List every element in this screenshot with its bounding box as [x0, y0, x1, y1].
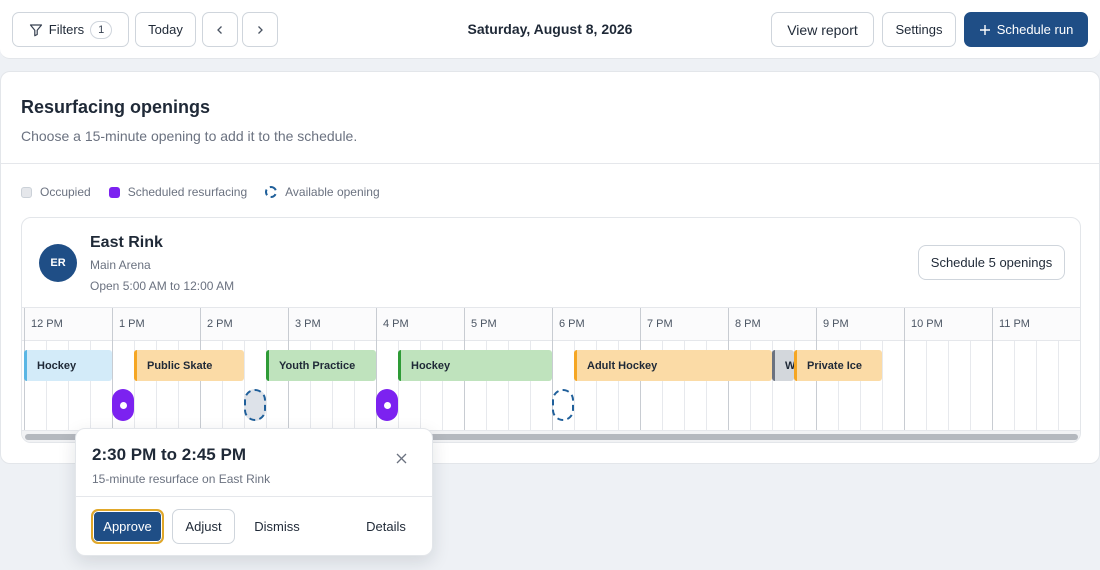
event-block[interactable]: W	[772, 350, 794, 381]
schedule-openings-button[interactable]: Schedule 5 openings	[918, 245, 1065, 280]
event-block[interactable]: Public Skate	[134, 350, 244, 381]
occupied-swatch	[21, 186, 32, 198]
hour-label: 5 PM	[471, 318, 497, 330]
timeline-gridline	[1014, 341, 1015, 430]
scheduled-dot-icon	[119, 401, 127, 409]
popover-subtitle: 15-minute resurface on East Rink	[92, 472, 271, 486]
scheduled-resurfacing-marker[interactable]	[376, 389, 398, 421]
timeline-gridline	[948, 341, 949, 430]
filter-icon	[29, 23, 42, 36]
filters-label: Filters	[48, 22, 85, 37]
event-block[interactable]: Youth Practice	[266, 350, 376, 381]
chevron-right-icon	[258, 25, 263, 34]
timeline: 12 PM 1 PM 2 PM 3 PM 4 PM 5 PM 6 PM 7 PM…	[22, 307, 1080, 430]
top-toolbar: Filters 1 Today Saturday, August 8, 2026…	[0, 0, 1100, 59]
plus-icon	[979, 24, 990, 35]
settings-button[interactable]: Settings	[882, 12, 956, 47]
opening-popover: 2:30 PM to 2:45 PM 15-minute resurface o…	[75, 428, 433, 556]
hour-label: 8 PM	[735, 318, 761, 330]
timeline-gridline	[926, 341, 927, 430]
filters-count-badge: 1	[90, 20, 113, 39]
event-block[interactable]: Private Ice	[794, 350, 882, 381]
hour-label: 9 PM	[823, 318, 849, 330]
available-opening-selected[interactable]	[244, 389, 266, 421]
popover-title: 2:30 PM to 2:45 PM	[92, 445, 246, 464]
rink-hours: Open 5:00 AM to 12:00 AM	[90, 279, 235, 293]
hour-label: 11 PM	[999, 318, 1030, 330]
legend-available-label: Available opening	[285, 185, 380, 199]
adjust-button[interactable]: Adjust	[172, 509, 235, 544]
hour-label: 7 PM	[647, 318, 673, 330]
divider	[76, 496, 432, 497]
timeline-gridline	[904, 308, 905, 430]
today-button[interactable]: Today	[135, 12, 196, 47]
legend-available: Available opening	[265, 185, 380, 199]
details-button[interactable]: Details	[356, 509, 416, 544]
rink-subtitle: Main Arena	[90, 258, 151, 272]
legend-scheduled: Scheduled resurfacing	[108, 185, 248, 199]
close-button[interactable]	[389, 446, 413, 470]
scheduled-swatch	[108, 186, 120, 198]
legend-occupied-label: Occupied	[40, 185, 91, 199]
resurfacing-panel: Resurfacing openings Choose a 15-minute …	[0, 71, 1100, 464]
hour-label: 3 PM	[295, 318, 321, 330]
timeline-gridline	[882, 341, 883, 430]
scheduled-dot-icon	[383, 401, 391, 409]
event-block[interactable]: Hockey	[398, 350, 552, 381]
previous-day-button[interactable]	[202, 12, 238, 47]
next-day-button[interactable]	[242, 12, 278, 47]
panel-subtitle: Choose a 15-minute opening to add it to …	[21, 128, 358, 144]
timeline-gridline	[1058, 341, 1059, 430]
dismiss-button[interactable]: Dismiss	[244, 509, 310, 544]
scheduled-resurfacing-marker[interactable]	[112, 389, 134, 421]
rink-avatar: ER	[39, 244, 77, 282]
divider	[1, 163, 1099, 164]
rink-card: ER East Rink Main Arena Open 5:00 AM to …	[21, 217, 1081, 443]
current-date: Saturday, August 8, 2026	[467, 21, 633, 37]
event-block[interactable]: Adult Hockey	[574, 350, 772, 381]
hour-label: 4 PM	[383, 318, 409, 330]
timeline-gridline	[970, 341, 971, 430]
event-block[interactable]: Hockey	[24, 350, 112, 381]
schedule-run-label: Schedule run	[996, 22, 1074, 37]
hour-label: 10 PM	[911, 318, 943, 330]
timeline-gridline	[244, 341, 245, 430]
hour-label: 6 PM	[559, 318, 585, 330]
panel-title: Resurfacing openings	[21, 97, 211, 117]
timeline-gridline	[992, 308, 993, 430]
timeline-gridline	[1036, 341, 1037, 430]
hour-label: 12 PM	[31, 318, 63, 330]
legend-occupied: Occupied	[21, 185, 91, 199]
approve-button[interactable]: Approve	[91, 509, 164, 544]
schedule-run-button[interactable]: Schedule run	[964, 12, 1088, 47]
rink-name: East Rink	[90, 234, 163, 251]
legend-scheduled-label: Scheduled resurfacing	[127, 185, 248, 199]
close-icon	[396, 453, 406, 463]
hour-label: 2 PM	[207, 318, 233, 330]
view-report-button[interactable]: View report	[771, 12, 874, 47]
chevron-left-icon	[217, 25, 222, 34]
legend: Occupied Scheduled resurfacing Available…	[21, 185, 380, 199]
available-swatch	[265, 186, 278, 198]
available-opening[interactable]	[552, 389, 574, 421]
filters-button[interactable]: Filters 1	[12, 12, 129, 47]
hour-label: 1 PM	[119, 318, 145, 330]
